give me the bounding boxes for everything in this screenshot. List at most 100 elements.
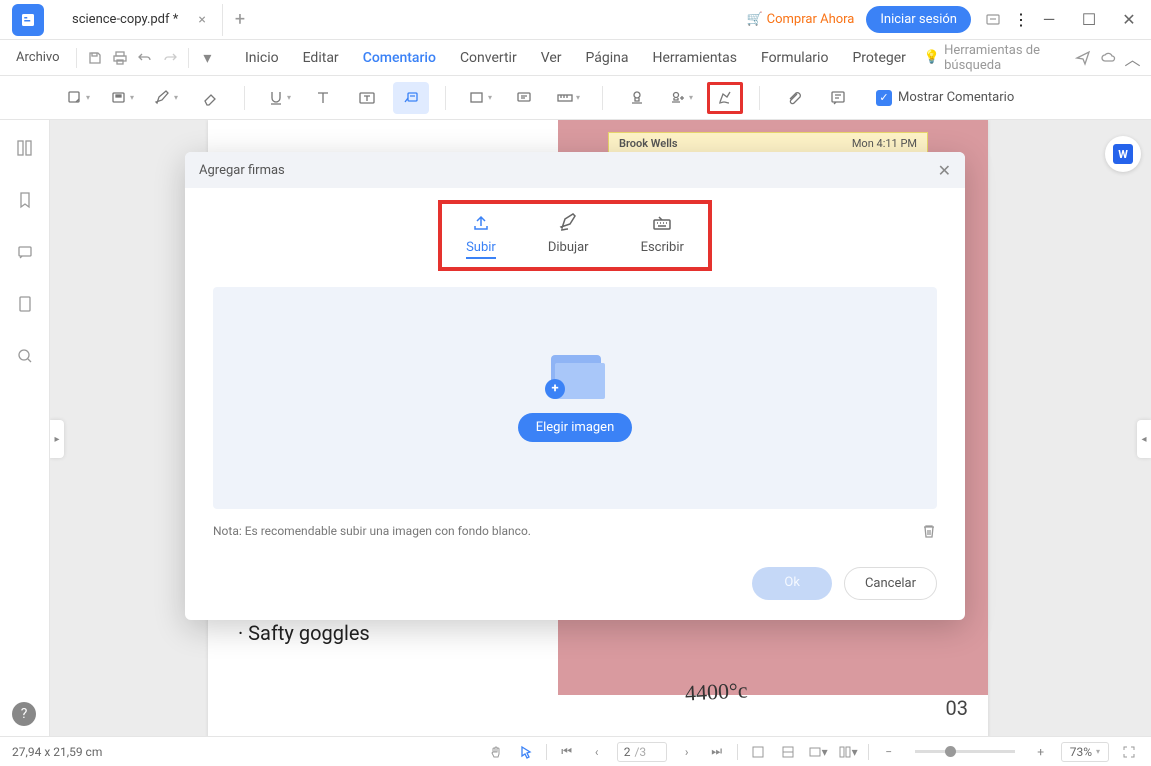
menu-convertir[interactable]: Convertir bbox=[450, 46, 527, 70]
close-window-icon[interactable]: ✕ bbox=[1115, 6, 1143, 34]
fit-width-icon[interactable] bbox=[778, 742, 798, 762]
prev-page-icon[interactable]: ‹ bbox=[587, 742, 607, 762]
undo-icon[interactable] bbox=[134, 44, 155, 72]
dropdown-icon[interactable]: ▾ bbox=[197, 44, 218, 72]
menu-herramientas[interactable]: Herramientas bbox=[642, 46, 747, 70]
close-tab-icon[interactable]: × bbox=[198, 12, 205, 28]
underline-tool[interactable] bbox=[261, 82, 297, 114]
minimize-icon[interactable]: — bbox=[1035, 6, 1063, 34]
word-export-badge[interactable]: W bbox=[1105, 136, 1141, 172]
more-icon[interactable]: ⋮ bbox=[1007, 6, 1035, 34]
tab-upload[interactable]: Subir bbox=[454, 208, 508, 263]
tab-draw[interactable]: Dibujar bbox=[536, 208, 601, 263]
fit-page-icon[interactable] bbox=[748, 742, 768, 762]
trash-icon[interactable] bbox=[921, 523, 937, 539]
callout-tool[interactable] bbox=[393, 82, 429, 114]
temperature-label: 4400°c bbox=[685, 677, 749, 706]
dialog-header: Agregar firmas ✕ bbox=[185, 152, 965, 188]
maximize-icon[interactable]: ☐ bbox=[1075, 6, 1103, 34]
zoom-level[interactable]: 73%▾ bbox=[1061, 742, 1109, 762]
bulb-icon: 💡 bbox=[924, 50, 940, 65]
stamp2-tool[interactable] bbox=[663, 82, 699, 114]
ok-button: Ok bbox=[752, 567, 832, 600]
file-menu[interactable]: Archivo bbox=[8, 46, 68, 69]
cart-icon: 🛒 bbox=[746, 12, 762, 27]
redo-icon[interactable] bbox=[159, 44, 180, 72]
dialog-note-row: Nota: Es recomendable subir una imagen c… bbox=[213, 523, 937, 539]
dialog-footer: Ok Cancelar bbox=[185, 539, 965, 620]
menu-editar[interactable]: Editar bbox=[293, 46, 349, 70]
zoom-slider[interactable] bbox=[915, 750, 1015, 753]
cancel-button[interactable]: Cancelar bbox=[844, 567, 937, 600]
add-signature-dialog: Agregar firmas ✕ Subir Dibujar Escribir … bbox=[185, 152, 965, 620]
shape-tool[interactable] bbox=[462, 82, 498, 114]
menu-ver[interactable]: Ver bbox=[531, 46, 572, 70]
send-icon[interactable] bbox=[1072, 44, 1093, 72]
signature-tool[interactable] bbox=[707, 82, 743, 114]
title-bar: science-copy.pdf * × + 🛒 Comprar Ahora I… bbox=[0, 0, 1151, 40]
fullscreen-icon[interactable] bbox=[1119, 742, 1139, 762]
upload-icon bbox=[470, 212, 492, 234]
login-button[interactable]: Iniciar sesión bbox=[866, 6, 971, 33]
chevron-up-icon[interactable]: ︿ bbox=[1122, 44, 1143, 72]
note-tool[interactable] bbox=[60, 82, 96, 114]
dialog-close-icon[interactable]: ✕ bbox=[938, 161, 951, 180]
folder-icon: + bbox=[545, 355, 605, 399]
textbox-tool[interactable] bbox=[349, 82, 385, 114]
menu-bar: Archivo ▾ Inicio Editar Comentario Conve… bbox=[0, 40, 1151, 76]
menu-formulario[interactable]: Formulario bbox=[751, 46, 838, 70]
thumbnails-icon[interactable] bbox=[13, 136, 37, 160]
eraser-tool[interactable] bbox=[192, 82, 228, 114]
menu-pagina[interactable]: Página bbox=[575, 46, 638, 70]
dialog-title: Agregar firmas bbox=[199, 163, 285, 178]
comment-toolbar: ✓ Mostrar Comentario bbox=[0, 76, 1151, 120]
choose-image-button[interactable]: Elegir imagen bbox=[518, 413, 633, 442]
pencil-tool[interactable] bbox=[148, 82, 184, 114]
first-page-icon[interactable]: ⏮ bbox=[557, 742, 577, 762]
select-tool-icon[interactable] bbox=[516, 742, 536, 762]
attachment-tool[interactable] bbox=[776, 82, 812, 114]
comments-panel-icon[interactable] bbox=[13, 240, 37, 264]
search-tools[interactable]: 💡 Herramientas de búsqueda bbox=[924, 43, 1056, 73]
left-collapse-handle[interactable]: ▸ bbox=[50, 420, 64, 458]
layout-mode-icon[interactable]: ▾ bbox=[838, 742, 858, 762]
new-tab-button[interactable]: + bbox=[223, 9, 257, 30]
page-input[interactable]: 2 /3 bbox=[617, 742, 667, 762]
messages-icon[interactable] bbox=[979, 6, 1007, 34]
highlight-tool[interactable] bbox=[104, 82, 140, 114]
text-tool[interactable] bbox=[305, 82, 341, 114]
comment-tool[interactable] bbox=[506, 82, 542, 114]
measure-tool[interactable] bbox=[550, 82, 586, 114]
stamp-tool[interactable] bbox=[619, 82, 655, 114]
draw-icon bbox=[557, 212, 579, 234]
view-mode-icon[interactable]: ▾ bbox=[808, 742, 828, 762]
save-icon[interactable] bbox=[84, 44, 105, 72]
tab-type[interactable]: Escribir bbox=[629, 208, 696, 263]
next-page-icon[interactable]: › bbox=[677, 742, 697, 762]
right-collapse-handle[interactable]: ◂ bbox=[1137, 420, 1151, 458]
document-tab[interactable]: science-copy.pdf * × bbox=[56, 4, 223, 36]
hand-tool-icon[interactable] bbox=[486, 742, 506, 762]
zoom-out-icon[interactable]: − bbox=[879, 742, 899, 762]
keyboard-icon bbox=[651, 212, 673, 234]
sticky-note[interactable]: Brook Wells Mon 4:11 PM bbox=[608, 132, 928, 154]
bookmarks-icon[interactable] bbox=[13, 188, 37, 212]
attachments-panel-icon[interactable] bbox=[13, 292, 37, 316]
show-comment-toggle[interactable]: ✓ Mostrar Comentario bbox=[876, 90, 1014, 106]
last-page-icon[interactable]: ⏭ bbox=[707, 742, 727, 762]
zoom-in-icon[interactable]: + bbox=[1031, 742, 1051, 762]
dialog-tabs: Subir Dibujar Escribir bbox=[438, 200, 712, 271]
help-button[interactable]: ? bbox=[12, 702, 36, 726]
dialog-note-text: Nota: Es recomendable subir una imagen c… bbox=[213, 524, 531, 538]
app-logo bbox=[12, 4, 44, 36]
word-icon: W bbox=[1113, 144, 1133, 164]
search-panel-icon[interactable] bbox=[13, 344, 37, 368]
menu-proteger[interactable]: Proteger bbox=[842, 46, 915, 70]
cloud-icon[interactable] bbox=[1097, 44, 1118, 72]
comment-panel-tool[interactable] bbox=[820, 82, 856, 114]
upload-dropzone[interactable]: + Elegir imagen bbox=[213, 287, 937, 509]
buy-now-link[interactable]: 🛒 Comprar Ahora bbox=[746, 12, 854, 27]
menu-inicio[interactable]: Inicio bbox=[235, 46, 289, 70]
print-icon[interactable] bbox=[109, 44, 130, 72]
menu-comentario[interactable]: Comentario bbox=[353, 46, 446, 70]
